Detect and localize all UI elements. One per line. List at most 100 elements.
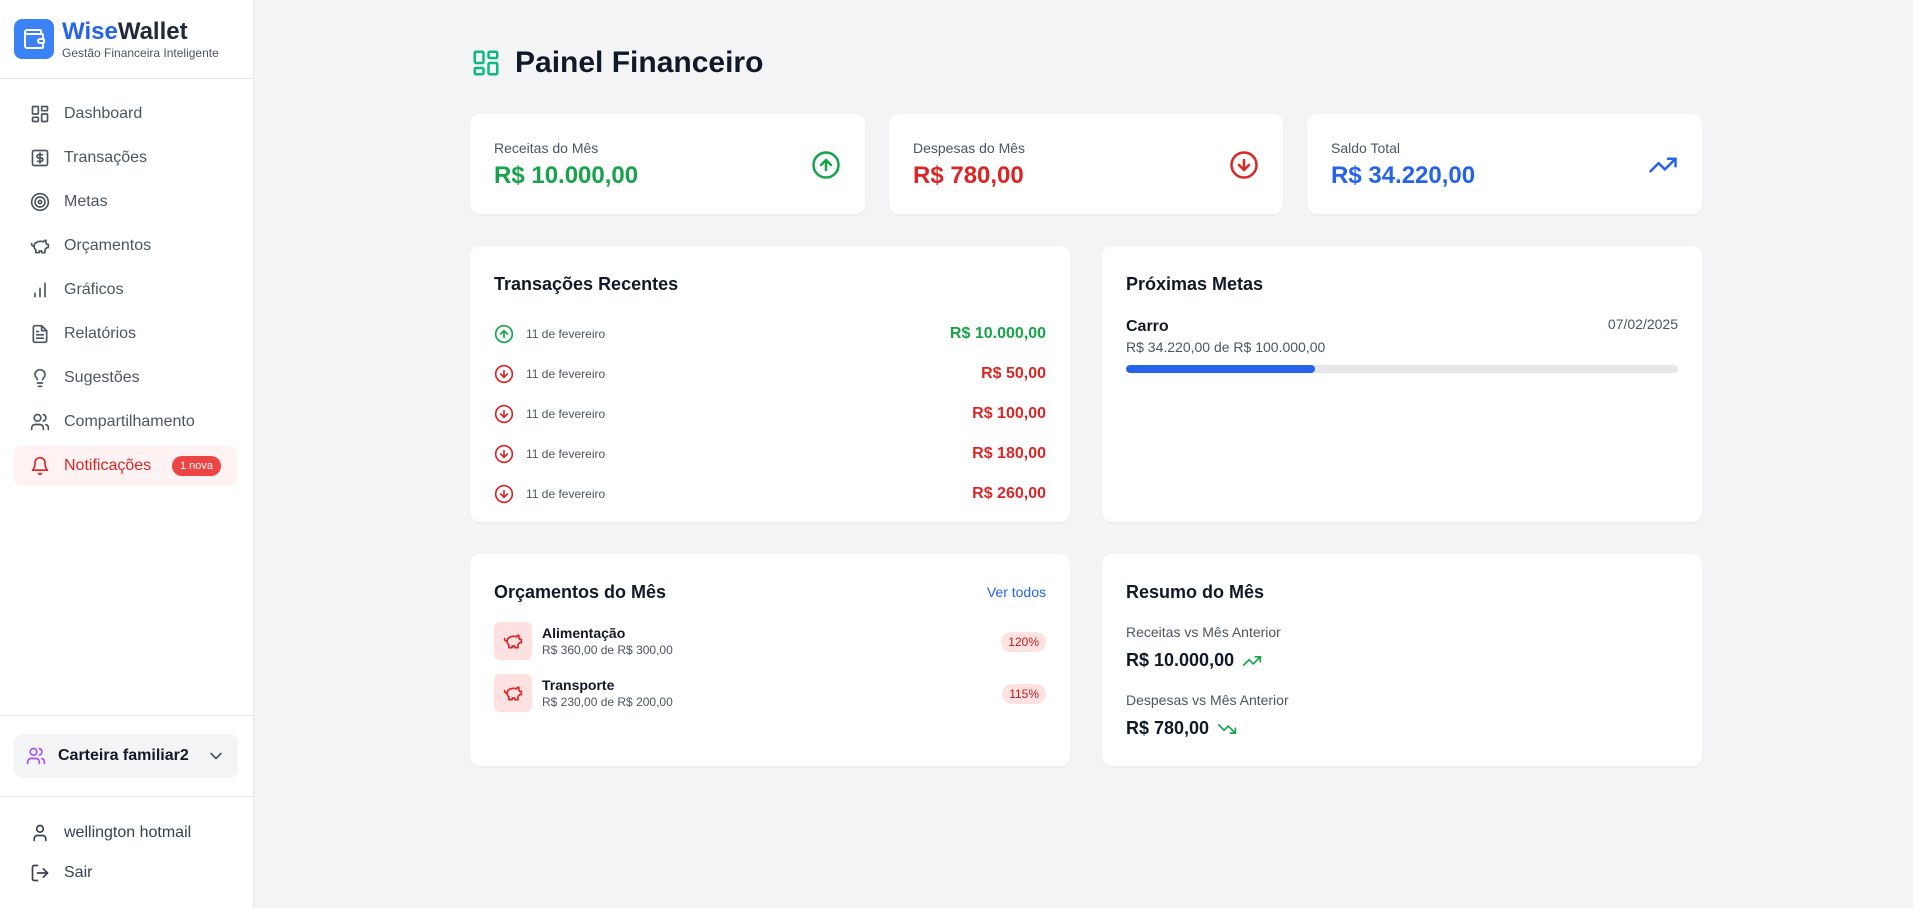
sidebar-item-label: Transações [64, 149, 147, 166]
goal-progress-text: R$ 34.220,00 de R$ 100.000,00 [1126, 339, 1326, 355]
list-item[interactable]: 11 de fevereiro R$ 10.000,00 [494, 314, 1046, 354]
brand-name-part2: Wallet [117, 17, 188, 45]
list-item[interactable]: 11 de fevereiro R$ 180,00 [494, 434, 1046, 474]
piggy-bank-icon [494, 674, 532, 712]
trending-down-icon [1217, 723, 1237, 734]
arrow-down-circle-icon [494, 444, 514, 464]
income-comparison-amount: R$ 10.000,00 [1126, 650, 1235, 670]
expense-comparison-label: Despesas vs Mês Anterior [1126, 692, 1289, 708]
transaction-amount: R$ 10.000,00 [949, 325, 1046, 342]
list-item[interactable]: Alimentação R$ 360,00 de R$ 300,00 120% [494, 622, 1046, 660]
stat-value: R$ 780,00 [913, 162, 1024, 189]
transaction-amount: R$ 260,00 [972, 485, 1046, 502]
trending-up-icon [1649, 157, 1677, 173]
sidebar-item-notifications[interactable]: Notificações 1 nova [14, 446, 237, 486]
card-title: Resumo do Mês [1126, 582, 1265, 602]
dashboard-icon [31, 105, 49, 123]
goal-date: 07/02/2025 [1607, 316, 1678, 332]
transactions-list: 11 de fevereiro R$ 10.000,00 11 de fever… [494, 314, 1046, 514]
wallet-selector-label: Carteira familiar2 [58, 747, 189, 764]
brand-name: WiseWallet [62, 17, 219, 45]
view-all-link[interactable]: Ver todos [987, 584, 1046, 600]
sidebar-item-label: Gráficos [64, 281, 124, 298]
stat-card-balance: Saldo Total R$ 34.220,00 [1307, 114, 1702, 214]
bell-icon [31, 456, 49, 476]
sidebar-item-label: Relatórios [64, 325, 137, 342]
stat-value: R$ 34.220,00 [1331, 162, 1476, 189]
list-item[interactable]: Transporte R$ 230,00 de R$ 200,00 115% [494, 674, 1046, 712]
sidebar-item-goals[interactable]: Metas [14, 182, 237, 222]
user-area: wellington hotmail Sair [14, 813, 238, 893]
income-comparison-label: Receitas vs Mês Anterior [1126, 624, 1281, 640]
transaction-amount: R$ 180,00 [972, 445, 1046, 462]
list-item[interactable]: 11 de fevereiro R$ 260,00 [494, 474, 1046, 514]
expense-comparison-value: R$ 780,00 [1126, 718, 1237, 739]
stat-card-income: Receitas do Mês R$ 10.000,00 [470, 114, 865, 214]
goal-name: Carro [1126, 318, 1169, 335]
stat-label: Receitas do Mês [494, 140, 599, 156]
file-text-icon [32, 324, 48, 344]
goal-progress-bar [1126, 365, 1678, 373]
piggy-bank-icon [30, 239, 50, 254]
user-name: wellington hotmail [64, 824, 192, 841]
sidebar-item-charts[interactable]: Gráficos [14, 270, 237, 310]
stat-card-expense: Despesas do Mês R$ 780,00 [889, 114, 1283, 214]
dollar-icon [31, 149, 49, 167]
logout-label: Sair [64, 864, 93, 881]
transaction-date: 11 de fevereiro [526, 447, 606, 461]
wallet-selector[interactable]: Carteira familiar2 [14, 734, 238, 778]
upcoming-goals-card: Próximas Metas Carro 07/02/2025 R$ 34.22… [1102, 246, 1702, 522]
sidebar-item-label: Sugestões [64, 369, 140, 386]
transaction-date: 11 de fevereiro [526, 487, 606, 501]
income-comparison-value: R$ 10.000,00 [1126, 650, 1262, 671]
logout-button[interactable]: Sair [14, 853, 238, 893]
sidebar: WiseWallet Gestão Financeira Inteligente… [0, 0, 254, 908]
notification-badge: 1 nova [171, 456, 221, 476]
arrow-up-circle-icon [494, 324, 514, 344]
budget-detail: R$ 230,00 de R$ 200,00 [542, 695, 673, 709]
stat-label: Despesas do Mês [913, 140, 1026, 156]
sidebar-nav: Dashboard Transações Metas Orçamentos Gr… [0, 79, 253, 486]
recent-transactions-card: Transações Recentes 11 de fevereiro R$ 1… [470, 246, 1070, 522]
chevron-down-icon [210, 752, 222, 760]
trending-up-icon [1242, 655, 1262, 666]
sidebar-item-reports[interactable]: Relatórios [14, 314, 237, 354]
budget-percent-badge: 115% [1002, 684, 1046, 704]
list-item[interactable]: 11 de fevereiro R$ 50,00 [494, 354, 1046, 394]
wallet-selector-area: Carteira familiar2 [0, 715, 254, 797]
sidebar-item-label: Dashboard [64, 105, 143, 122]
budget-name: Transporte [542, 677, 615, 693]
arrow-down-circle-icon [494, 484, 514, 504]
budget-percent-badge: 120% [1001, 632, 1046, 652]
dashboard-icon [473, 50, 499, 76]
arrow-down-circle-icon [494, 404, 514, 424]
transaction-date: 11 de fevereiro [526, 367, 606, 381]
sidebar-item-label: Compartilhamento [64, 413, 195, 430]
budgets-card: Orçamentos do Mês Ver todos Alimentação … [470, 554, 1070, 766]
budget-name: Alimentação [542, 625, 626, 641]
expense-comparison-amount: R$ 780,00 [1126, 718, 1210, 738]
page-title: Painel Financeiro [515, 46, 764, 79]
users-icon [26, 747, 46, 765]
stat-label: Saldo Total [1331, 140, 1401, 156]
user-profile[interactable]: wellington hotmail [14, 813, 238, 853]
sidebar-item-sharing[interactable]: Compartilhamento [14, 402, 237, 442]
sidebar-item-suggestions[interactable]: Sugestões [14, 358, 237, 398]
goal-progress-fill [1126, 365, 1315, 373]
sidebar-item-budgets[interactable]: Orçamentos [14, 226, 237, 266]
sidebar-item-transactions[interactable]: Transações [14, 138, 237, 178]
sidebar-item-label: Metas [64, 193, 108, 210]
wallet-logo-icon [14, 19, 54, 59]
brand-name-part1: Wise [62, 17, 118, 45]
lightbulb-icon [34, 368, 46, 388]
brand[interactable]: WiseWallet Gestão Financeira Inteligente [0, 0, 253, 79]
arrow-down-circle-icon [1230, 151, 1258, 179]
sidebar-item-label: Orçamentos [64, 237, 152, 254]
card-title: Próximas Metas [1126, 274, 1264, 294]
users-icon [30, 413, 50, 431]
transaction-date: 11 de fevereiro [526, 327, 606, 341]
sidebar-item-dashboard[interactable]: Dashboard [14, 94, 237, 134]
arrow-down-circle-icon [494, 364, 514, 384]
card-title: Transações Recentes [494, 274, 679, 294]
list-item[interactable]: 11 de fevereiro R$ 100,00 [494, 394, 1046, 434]
